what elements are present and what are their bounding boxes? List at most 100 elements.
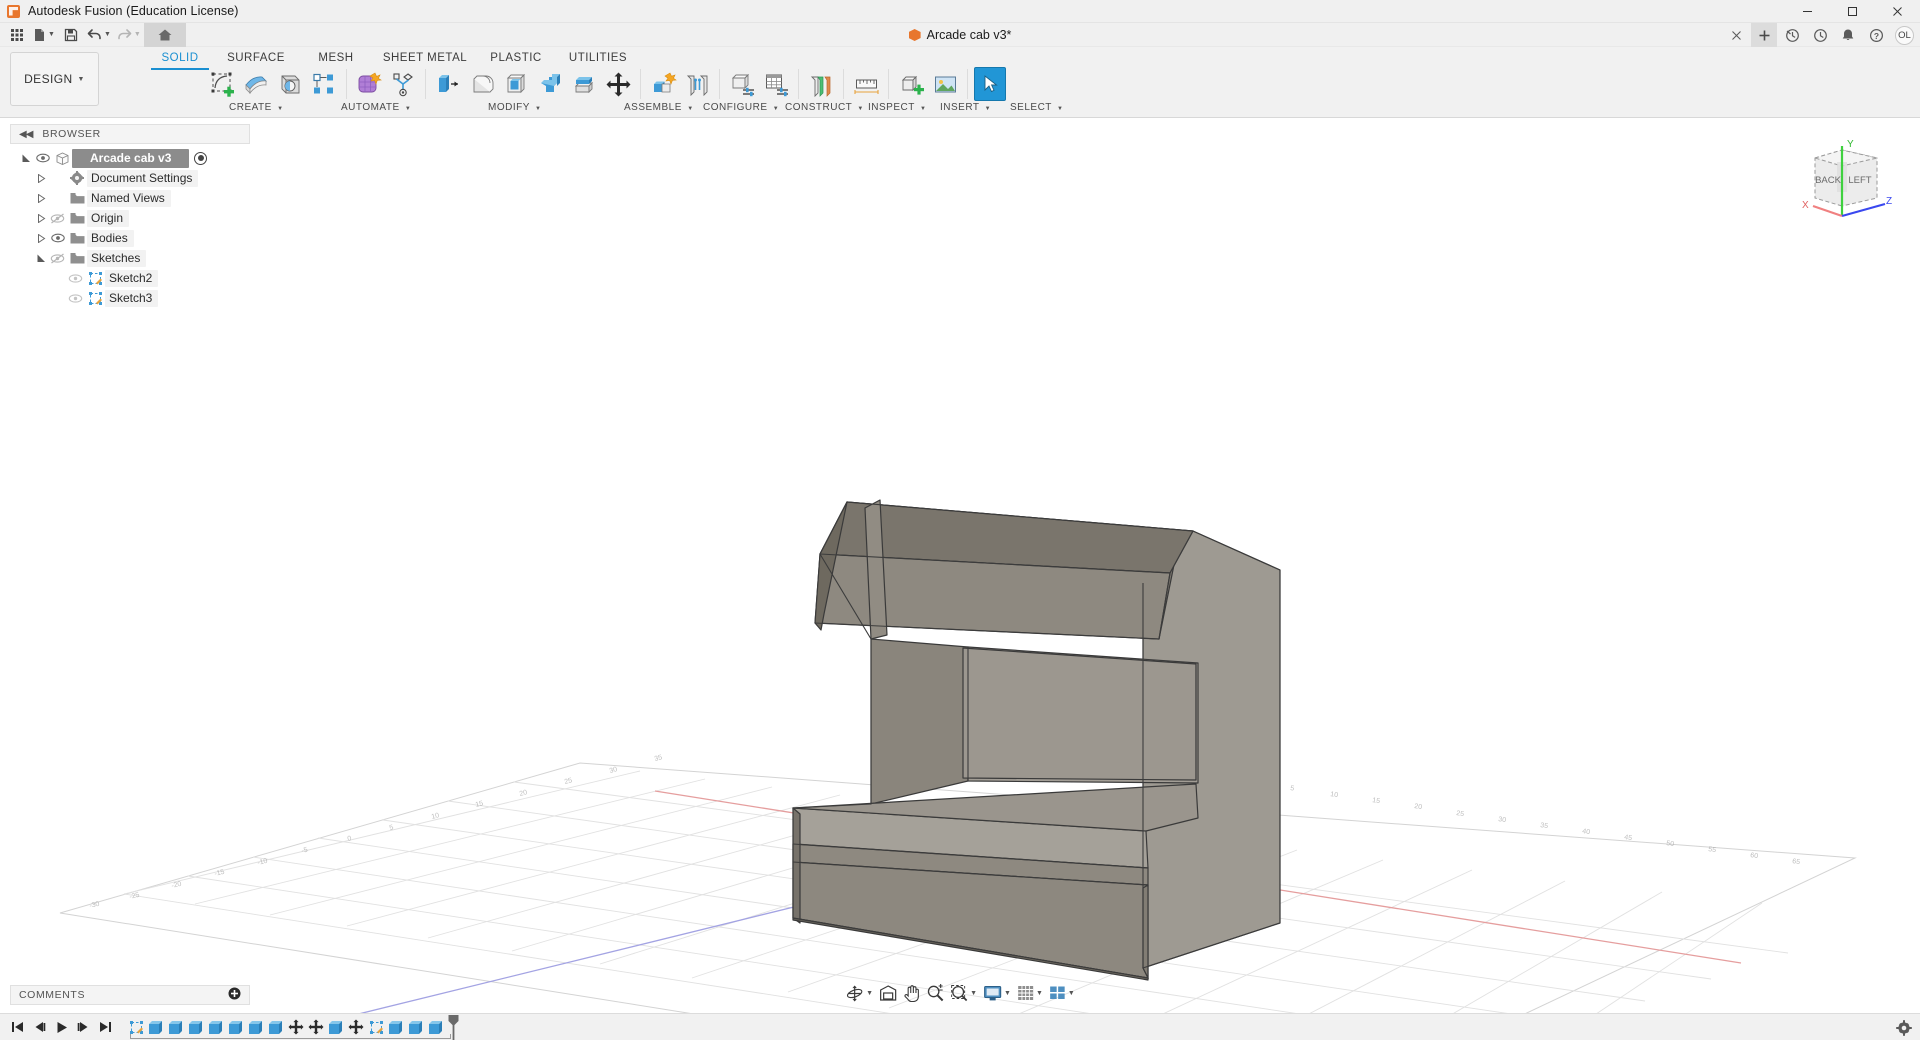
visibility-eye-off-icon[interactable] [48, 208, 67, 228]
tree-item-document-settings[interactable]: Document Settings [10, 168, 250, 188]
timeline-feature-move[interactable] [346, 1016, 366, 1038]
new-file-button[interactable]: ▼ [30, 23, 58, 47]
shell-tool[interactable] [500, 67, 532, 101]
automate-form-tool[interactable] [353, 67, 385, 101]
timeline-feature-extrude[interactable] [246, 1016, 266, 1038]
timeline-jump-end-button[interactable] [94, 1014, 116, 1040]
timeline-feature-extrude[interactable] [266, 1016, 286, 1038]
new-component-tool[interactable] [647, 67, 679, 101]
visibility-eye-icon[interactable] [33, 148, 52, 168]
group-label-modify[interactable]: MODIFY ▼ [488, 102, 541, 113]
visibility-eye-icon[interactable] [48, 228, 67, 248]
tab-sheet-metal[interactable]: SHEET METAL [375, 49, 475, 67]
automate-tool[interactable] [387, 67, 419, 101]
tab-mesh[interactable]: MESH [297, 49, 375, 67]
fit-button[interactable]: ▼ [947, 981, 980, 1005]
tree-item-origin[interactable]: Origin [10, 208, 250, 228]
timeline-feature-extrude[interactable] [326, 1016, 346, 1038]
group-label-assemble[interactable]: ASSEMBLE ▼ [624, 102, 694, 113]
help-button[interactable]: ? [1863, 23, 1889, 47]
close-tab-button[interactable] [1723, 23, 1749, 47]
tab-plastic[interactable]: PLASTIC [475, 49, 557, 67]
orbit-button[interactable]: ▼ [842, 981, 876, 1005]
configuration-table-tool[interactable] [760, 67, 792, 101]
home-button[interactable] [143, 22, 186, 47]
app-grid-button[interactable] [4, 23, 30, 47]
group-label-automate[interactable]: AUTOMATE ▼ [341, 102, 411, 113]
expand-arrow-icon[interactable] [35, 248, 48, 268]
activate-component-radio[interactable] [194, 151, 208, 165]
visibility-eye-off-icon[interactable] [66, 268, 85, 288]
tree-item-sketch3[interactable]: Sketch3 [10, 288, 250, 308]
joint-tool[interactable] [681, 67, 713, 101]
tab-utilities[interactable]: UTILITIES [557, 49, 639, 67]
timeline-feature-extrude[interactable] [226, 1016, 246, 1038]
extrude-tool[interactable] [240, 67, 272, 101]
tree-item-named-views[interactable]: Named Views [10, 188, 250, 208]
minimize-button[interactable] [1785, 0, 1830, 23]
collapse-left-icon[interactable]: ◀◀ [19, 129, 33, 140]
tree-item-arcade-cab-v3[interactable]: Arcade cab v3 [10, 148, 250, 168]
viewport-canvas[interactable]: -30 -25 -20 -15 -10 -5 0 5 10 15 20 25 3… [0, 118, 1920, 1013]
timeline-feature-extrude[interactable] [206, 1016, 226, 1038]
move-copy-tool[interactable] [602, 67, 634, 101]
timeline-jump-start-button[interactable] [6, 1014, 28, 1040]
display-settings-button[interactable]: ▼ [980, 981, 1014, 1005]
group-label-construct[interactable]: CONSTRUCT ▼ [785, 102, 864, 113]
timeline-feature-extrude[interactable] [426, 1016, 446, 1038]
comments-panel[interactable]: COMMENTS [10, 985, 250, 1005]
expand-arrow-icon[interactable] [35, 228, 48, 248]
configure-design-tool[interactable] [726, 67, 758, 101]
workspace-switcher-button[interactable]: DESIGN ▼ [10, 52, 99, 106]
group-label-select[interactable]: SELECT ▼ [1010, 102, 1063, 113]
timeline-feature-extrude[interactable] [186, 1016, 206, 1038]
add-comment-icon[interactable] [228, 987, 241, 1003]
timeline-play-button[interactable] [50, 1014, 72, 1040]
viewports-button[interactable]: ▼ [1046, 981, 1078, 1005]
close-window-button[interactable] [1875, 0, 1920, 23]
maximize-button[interactable] [1830, 0, 1875, 23]
timeline-feature-extrude[interactable] [166, 1016, 186, 1038]
timeline-step-back-button[interactable] [28, 1014, 50, 1040]
browser-header[interactable]: ◀◀ BROWSER [10, 124, 250, 144]
visibility-eye-off-icon[interactable] [48, 248, 67, 268]
timeline-feature-extrude[interactable] [406, 1016, 426, 1038]
timeline-settings-button[interactable] [1896, 1014, 1912, 1040]
insert-canvas-tool[interactable] [929, 67, 961, 101]
timeline-feature-extrude[interactable] [146, 1016, 166, 1038]
timeline-marker[interactable] [448, 1014, 459, 1040]
new-tab-button[interactable] [1751, 23, 1777, 47]
select-tool[interactable] [974, 67, 1006, 101]
measure-tool[interactable] [850, 67, 882, 101]
press-pull-tool[interactable] [432, 67, 464, 101]
expand-arrow-icon[interactable] [35, 188, 48, 208]
zoom-button[interactable] [923, 981, 947, 1005]
notifications-button[interactable] [1835, 23, 1861, 47]
expand-arrow-icon[interactable] [35, 168, 48, 188]
create-sketch-tool[interactable] [206, 67, 238, 101]
job-status-button[interactable] [1779, 23, 1805, 47]
visibility-eye-off-icon[interactable] [66, 288, 85, 308]
group-label-create[interactable]: CREATE ▼ [229, 102, 284, 113]
group-label-insert[interactable]: INSERT ▼ [940, 102, 991, 113]
tree-item-bodies[interactable]: Bodies [10, 228, 250, 248]
avatar[interactable]: OL [1895, 25, 1914, 45]
recent-activity-button[interactable] [1807, 23, 1833, 47]
pan-button[interactable] [900, 981, 923, 1005]
timeline-feature-move[interactable] [286, 1016, 306, 1038]
offset-face-tool[interactable] [568, 67, 600, 101]
expand-arrow-icon[interactable] [35, 208, 48, 228]
timeline-feature-sketch[interactable] [126, 1016, 146, 1038]
tree-item-sketches[interactable]: Sketches [10, 248, 250, 268]
tab-surface[interactable]: SURFACE [215, 49, 297, 67]
undo-button[interactable]: ▼ [84, 23, 114, 47]
expand-arrow-icon[interactable] [20, 148, 33, 168]
timeline-feature-sketch[interactable] [366, 1016, 386, 1038]
group-label-inspect[interactable]: INSPECT ▼ [868, 102, 926, 113]
construct-plane-tool[interactable] [805, 67, 837, 101]
group-label-configure[interactable]: CONFIGURE ▼ [703, 102, 779, 113]
timeline-feature-extrude[interactable] [386, 1016, 406, 1038]
tree-item-sketch2[interactable]: Sketch2 [10, 268, 250, 288]
combine-tool[interactable] [534, 67, 566, 101]
pattern-tool[interactable] [308, 67, 340, 101]
